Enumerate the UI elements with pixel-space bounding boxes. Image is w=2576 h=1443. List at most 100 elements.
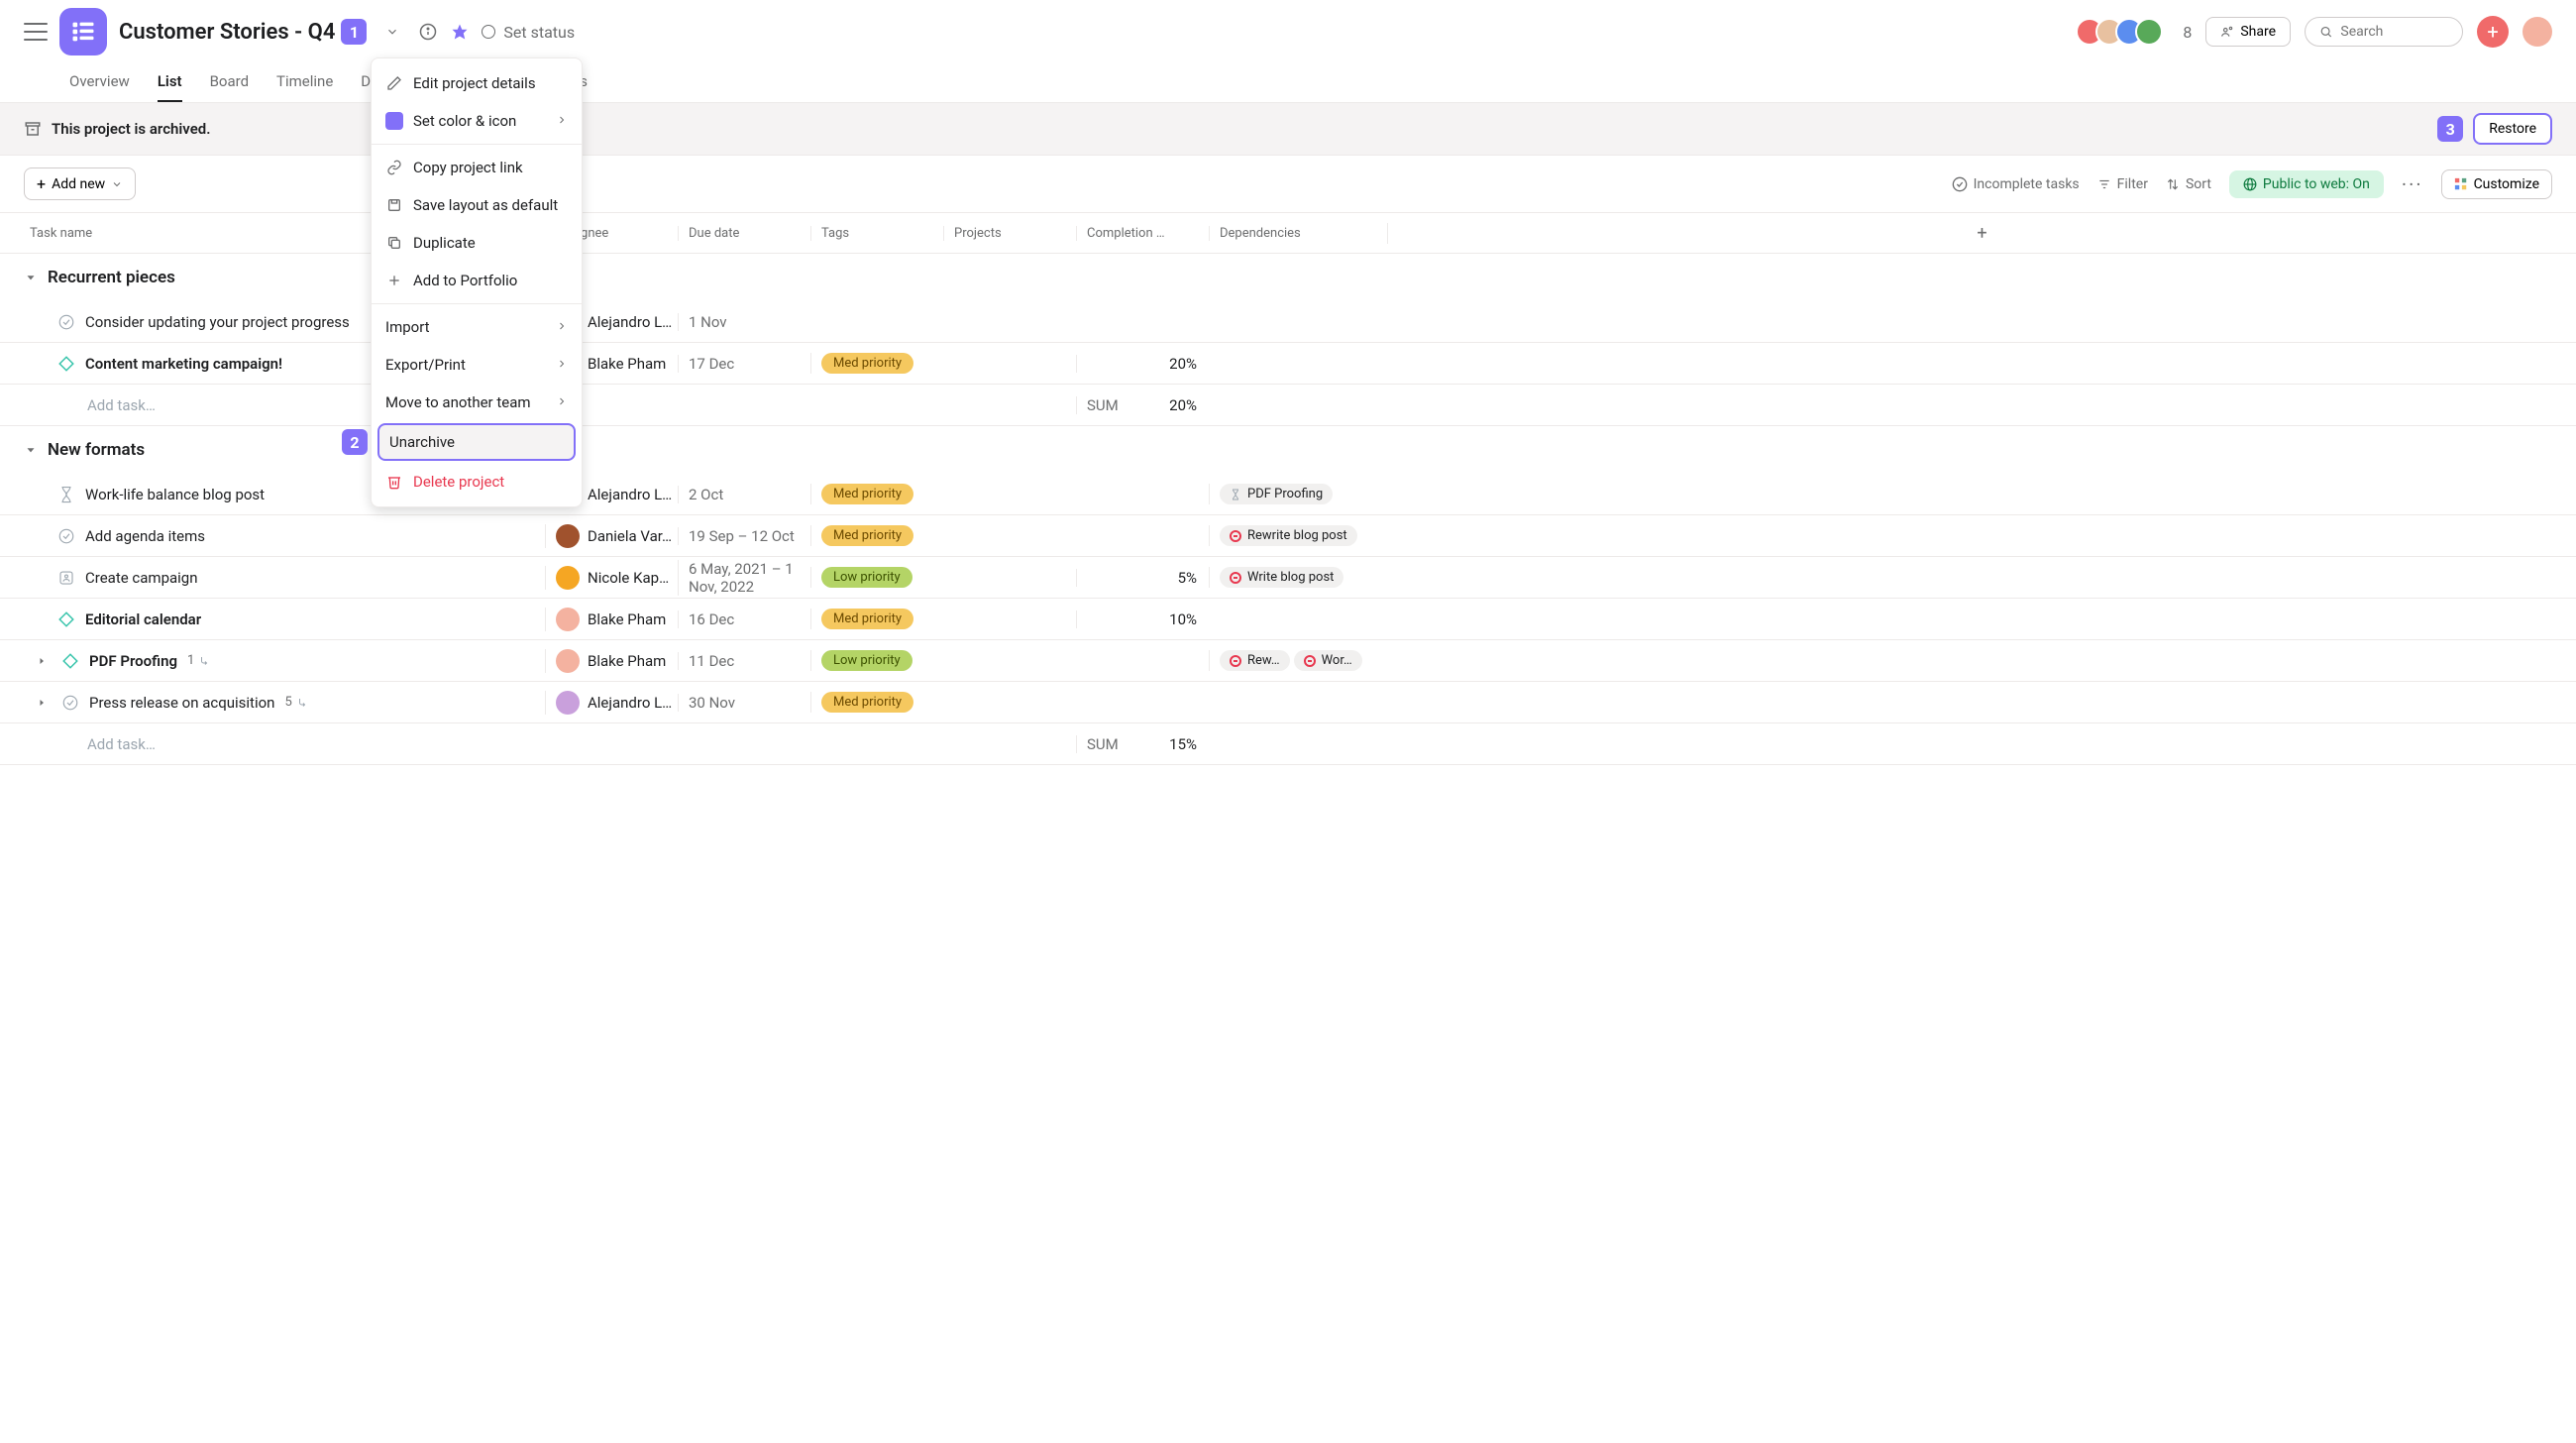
due-date: 11 Dec — [678, 652, 810, 670]
table-row[interactable]: Editorial calendarBlake Pham16 DecMed pr… — [0, 599, 2576, 640]
col-completion[interactable]: Completion … — [1076, 226, 1209, 241]
task-name: Editorial calendar — [85, 610, 201, 628]
project-title: Customer Stories - Q4 — [119, 20, 335, 45]
dependency-pill[interactable]: PDF Proofing — [1220, 484, 1333, 504]
share-button[interactable]: Share — [2205, 17, 2291, 47]
dd-edit[interactable]: Edit project details — [372, 64, 582, 102]
dd-duplicate[interactable]: Duplicate — [372, 224, 582, 262]
due-date: 16 Dec — [678, 610, 810, 628]
col-due[interactable]: Due date — [678, 226, 810, 241]
task-name: Add agenda items — [85, 527, 205, 545]
set-status-button[interactable]: Set status — [482, 23, 575, 42]
task-status-icon[interactable] — [57, 610, 75, 628]
dd-move[interactable]: Move to another team — [372, 384, 582, 421]
table-row[interactable]: PDF Proofing1 Blake Pham11 DecLow priori… — [0, 640, 2576, 682]
trash-icon — [385, 473, 403, 491]
assignee-name: Blake Pham — [588, 355, 666, 373]
col-tags[interactable]: Tags — [810, 226, 943, 241]
task-status-icon[interactable] — [61, 694, 79, 712]
dependency-pill[interactable]: Rewrite blog post — [1220, 525, 1357, 546]
assignee-avatar — [556, 649, 580, 673]
filter-icon — [2097, 177, 2111, 191]
dependency-pill[interactable]: Write blog post — [1220, 567, 1343, 588]
member-count: 8 — [2183, 23, 2192, 42]
header: Customer Stories - Q4 1 Set status 8 Sha… — [0, 0, 2576, 63]
banner-text: This project is archived. — [52, 120, 210, 138]
search-field[interactable] — [2340, 24, 2448, 40]
user-avatar[interactable] — [2522, 17, 2552, 47]
sort-button[interactable]: Sort — [2166, 176, 2211, 192]
more-icon[interactable]: ··· — [2402, 172, 2423, 196]
completion-value: 20% — [1076, 355, 1209, 373]
task-status-icon[interactable] — [57, 486, 75, 503]
set-status-label: Set status — [503, 23, 575, 42]
dd-copy-link[interactable]: Copy project link — [372, 149, 582, 186]
assignee-name: Alejandro L… — [588, 694, 672, 712]
tab-board[interactable]: Board — [210, 72, 249, 102]
dd-color[interactable]: Set color & icon — [372, 102, 582, 140]
share-label: Share — [2240, 24, 2276, 40]
task-status-icon[interactable] — [57, 313, 75, 331]
save-icon — [385, 196, 403, 214]
priority-tag: Med priority — [821, 525, 913, 546]
check-circle-icon — [1952, 176, 1968, 192]
col-projects[interactable]: Projects — [943, 226, 1076, 241]
task-status-icon[interactable] — [57, 569, 75, 587]
assignee-name: Blake Pham — [588, 652, 666, 670]
assignee-name: Blake Pham — [588, 610, 666, 628]
customize-button[interactable]: Customize — [2441, 169, 2552, 199]
dependency-pill[interactable]: Wor… — [1294, 650, 1362, 671]
col-deps[interactable]: Dependencies — [1209, 226, 1387, 241]
assignee-avatar — [556, 608, 580, 631]
subtask-count: 1 — [187, 653, 210, 668]
tab-overview[interactable]: Overview — [69, 72, 130, 102]
tab-list[interactable]: List — [158, 72, 182, 102]
dd-delete[interactable]: Delete project — [372, 463, 582, 500]
completion-value: 5% — [1076, 569, 1209, 587]
filter-button[interactable]: Filter — [2097, 176, 2148, 192]
due-date: 6 May, 2021 – 1 Nov, 2022 — [678, 560, 810, 596]
dd-portfolio[interactable]: Add to Portfolio — [372, 262, 582, 299]
table-row[interactable]: Add agenda itemsDaniela Var…19 Sep – 12 … — [0, 515, 2576, 557]
info-icon[interactable] — [418, 22, 438, 42]
add-column[interactable]: + — [1387, 223, 2576, 244]
restore-button[interactable]: Restore — [2473, 113, 2552, 145]
priority-tag: Med priority — [821, 692, 913, 713]
global-add-button[interactable]: + — [2477, 16, 2509, 48]
expand-caret-icon[interactable] — [36, 697, 48, 709]
globe-icon — [2243, 177, 2257, 191]
tab-timeline[interactable]: Timeline — [276, 72, 333, 102]
add-new-button[interactable]: +Add new — [24, 167, 136, 200]
star-icon[interactable] — [450, 22, 470, 42]
pencil-icon — [385, 74, 403, 92]
assignee-avatar — [556, 691, 580, 715]
completion-value: 10% — [1076, 610, 1209, 628]
add-task[interactable]: Add task… — [0, 735, 545, 753]
task-status-icon[interactable] — [57, 527, 75, 545]
project-dropdown-button[interactable] — [378, 18, 406, 46]
assignee-name: Nicole Kap… — [588, 569, 669, 587]
table-row[interactable]: Create campaignNicole Kap…6 May, 2021 – … — [0, 557, 2576, 599]
search-input[interactable] — [2305, 17, 2463, 47]
task-status-icon[interactable] — [61, 652, 79, 670]
dd-export[interactable]: Export/Print — [372, 346, 582, 384]
task-status-icon[interactable] — [57, 355, 75, 373]
chevron-right-icon — [556, 356, 568, 374]
due-date: 2 Oct — [678, 486, 810, 503]
incomplete-filter[interactable]: Incomplete tasks — [1952, 176, 2080, 192]
caret-down-icon — [24, 271, 38, 284]
due-date: 1 Nov — [678, 313, 810, 331]
dependency-pill[interactable]: Rew… — [1220, 650, 1290, 671]
table-row[interactable]: Press release on acquisition5 Alejandro … — [0, 682, 2576, 723]
expand-caret-icon[interactable] — [36, 655, 48, 667]
project-dropdown: Edit project details Set color & icon Co… — [371, 57, 583, 507]
member-avatars[interactable] — [2084, 18, 2163, 46]
dd-import[interactable]: Import — [372, 308, 582, 346]
dd-save-layout[interactable]: Save layout as default — [372, 186, 582, 224]
callout-2: 2 — [342, 429, 368, 455]
public-web-pill[interactable]: Public to web: On — [2229, 170, 2384, 198]
caret-down-icon — [24, 443, 38, 457]
menu-icon[interactable] — [24, 23, 48, 41]
dd-unarchive[interactable]: Unarchive — [377, 423, 576, 461]
chevron-right-icon — [556, 318, 568, 336]
